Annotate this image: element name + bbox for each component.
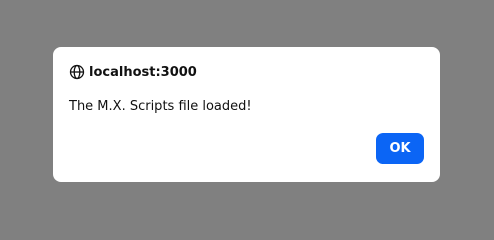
dialog-message: The M.X. Scripts file loaded! — [69, 99, 252, 114]
globe-icon — [69, 64, 85, 80]
ok-button[interactable]: OK — [376, 133, 424, 164]
alert-dialog: localhost:3000 The M.X. Scripts file loa… — [53, 47, 440, 182]
dialog-header: localhost:3000 — [69, 63, 197, 81]
dialog-origin-title: localhost:3000 — [89, 64, 197, 80]
